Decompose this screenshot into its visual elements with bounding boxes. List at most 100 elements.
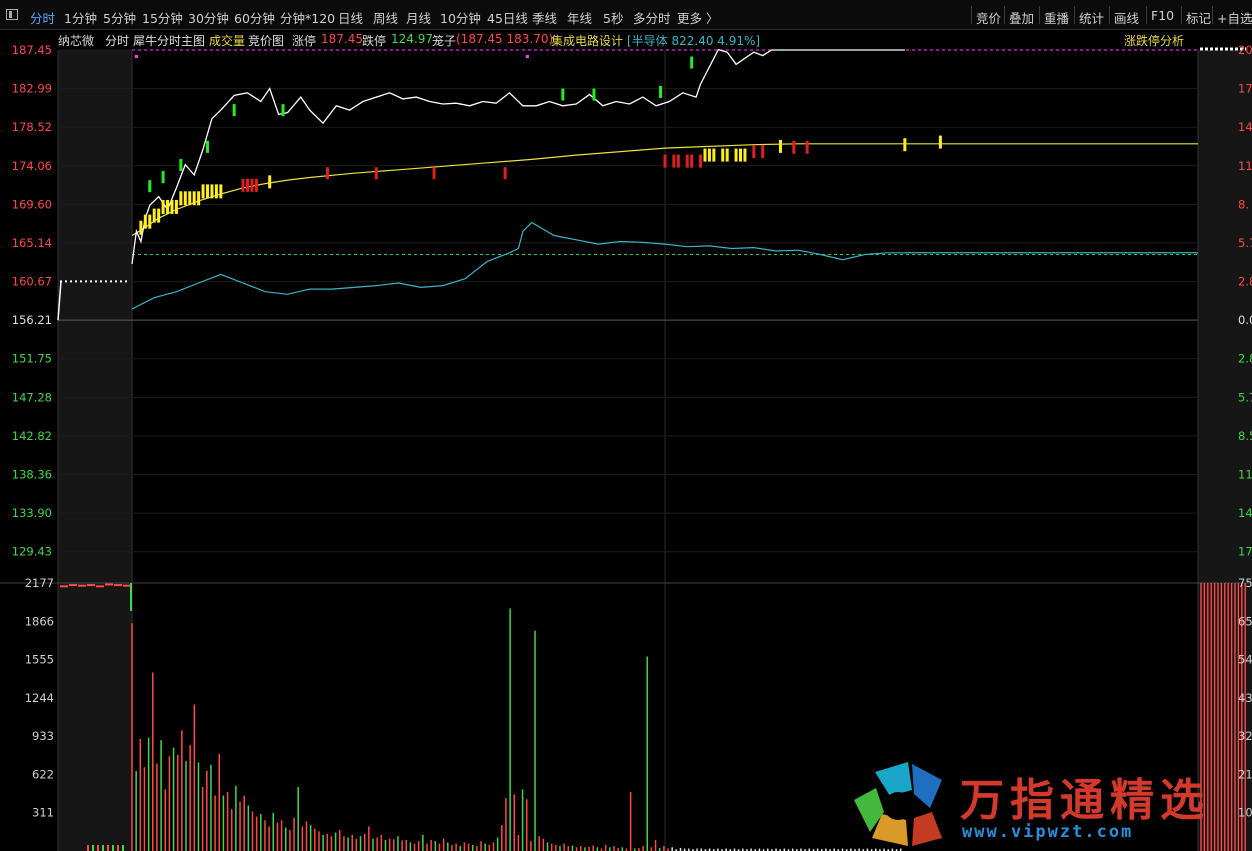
price-axis-label: 151.75 <box>12 352 52 366</box>
pct-axis-label: 2.8 <box>1238 275 1252 289</box>
signal-tick <box>374 167 378 180</box>
signal-tick <box>174 199 178 214</box>
signal-tick <box>659 85 663 98</box>
volume-pct-label: 10 <box>1238 806 1252 820</box>
signal-tick <box>725 148 729 162</box>
pct-axis-label: 11 <box>1238 159 1252 173</box>
pct-axis-label: 0.0 <box>1238 313 1252 327</box>
intraday-chart: 187.45 182.99 178.52 174.06 169.60 165.14 160.… <box>0 43 1252 851</box>
signal-tick <box>752 145 756 159</box>
signal-tick <box>690 154 694 168</box>
signal-tick <box>761 145 765 159</box>
volume-axis-label: 933 <box>32 729 54 743</box>
price-axis-label: 133.90 <box>12 506 52 520</box>
sector-index-line <box>131 221 905 310</box>
price-axis-label: 142.82 <box>12 429 52 443</box>
limit-up-marker <box>135 55 138 58</box>
signal-tick <box>161 199 165 214</box>
signal-tick <box>241 178 245 192</box>
pct-axis-label: 5.7 <box>1238 236 1252 250</box>
pct-axis-label: 2.8 <box>1238 352 1252 366</box>
signal-tick <box>685 154 689 168</box>
watermark-url: www.vipwzt.com <box>962 822 1134 842</box>
signal-tick <box>157 208 161 223</box>
volume-axis-label: 311 <box>32 806 54 820</box>
signal-tick <box>792 140 796 154</box>
volume-pct-label: 43 <box>1238 691 1252 705</box>
volume-pct-label: 75 <box>1238 576 1252 590</box>
signal-tick <box>143 214 147 229</box>
signal-tick <box>325 167 329 180</box>
price-axis-label: 178.52 <box>12 120 52 134</box>
signal-tick <box>206 184 210 199</box>
pct-axis-label: 14 <box>1238 120 1252 134</box>
pct-axis-label: 11 <box>1238 467 1252 481</box>
volume-pct-label: 65 <box>1238 614 1252 628</box>
signal-tick <box>201 184 205 199</box>
watermark-logo-icon <box>854 762 942 846</box>
signal-tick <box>739 148 743 162</box>
signal-tick <box>805 140 809 154</box>
signal-tick <box>148 214 152 229</box>
watermark-title: 万指通精选 <box>960 775 1210 826</box>
signal-tick <box>663 154 667 168</box>
signal-tick <box>161 171 165 184</box>
signal-tick <box>148 180 152 193</box>
signal-tick <box>672 154 676 168</box>
price-axis-label: 165.14 <box>12 236 52 250</box>
price-axis-label: 169.60 <box>12 197 52 211</box>
price-axis-label: 129.43 <box>12 545 52 559</box>
pct-axis-label: 17 <box>1238 82 1252 96</box>
signal-tick <box>197 191 201 206</box>
signal-tick <box>250 178 254 192</box>
signal-tick <box>192 191 196 206</box>
signal-tick <box>432 167 436 180</box>
signal-tick <box>938 135 942 149</box>
signal-tick <box>170 199 174 214</box>
pct-axis-label: 8. <box>1238 197 1249 211</box>
pct-axis-label: 17 <box>1238 545 1252 559</box>
volume-pct-label: 21 <box>1238 767 1252 781</box>
price-axis-label: 187.45 <box>12 43 52 57</box>
signal-tick <box>778 139 782 153</box>
price-axis-label: 174.06 <box>12 159 52 173</box>
volume-axis-label: 1866 <box>25 614 54 628</box>
volume-axis-label: 1555 <box>25 653 54 667</box>
price-axis-label: 147.28 <box>12 390 52 404</box>
volume-axis-label: 2177 <box>25 576 54 590</box>
price-axis-label: 182.99 <box>12 82 52 96</box>
signal-tick <box>152 208 156 223</box>
signal-tick <box>210 184 214 199</box>
pct-axis-label: 14 <box>1238 506 1252 520</box>
auction-panel <box>58 50 132 851</box>
signal-tick <box>245 178 249 192</box>
signal-tick <box>721 148 725 162</box>
signal-tick <box>281 104 285 117</box>
signal-tick <box>592 88 596 101</box>
signal-tick <box>699 154 703 168</box>
volume-pct-label: 32 <box>1238 729 1252 743</box>
signal-tick <box>219 184 223 199</box>
signal-tick <box>179 159 183 172</box>
signal-tick <box>712 148 716 162</box>
pct-axis-label: 5.7 <box>1238 390 1252 404</box>
signal-tick <box>676 154 680 168</box>
signal-tick <box>503 167 507 180</box>
signal-tick <box>183 191 187 206</box>
volume-axis-label: 622 <box>32 767 54 781</box>
signal-tick <box>903 138 907 152</box>
signal-tick <box>268 175 272 189</box>
signal-tick <box>254 178 258 192</box>
signal-tick <box>743 148 747 162</box>
signal-tick <box>214 184 218 199</box>
signal-tick <box>139 220 143 235</box>
signal-tick <box>166 199 170 214</box>
price-axis-label: 138.36 <box>12 467 52 481</box>
signal-tick <box>179 191 183 206</box>
price-axis-label: 156.21 <box>12 313 52 327</box>
signal-tick <box>734 148 738 162</box>
pct-axis-label: 20 <box>1238 43 1252 57</box>
limit-up-marker <box>525 55 529 58</box>
volume-pct-label: 54 <box>1238 653 1252 667</box>
signal-tick <box>188 191 192 206</box>
